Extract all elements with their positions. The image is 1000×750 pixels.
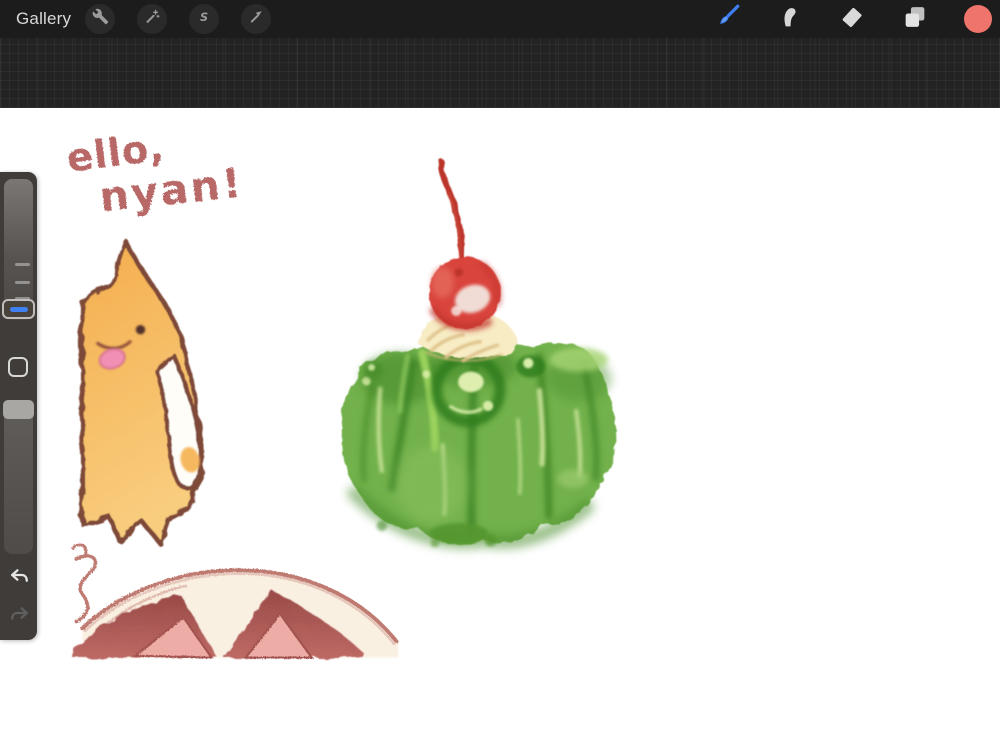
slider-tick — [15, 281, 30, 284]
caption-text: ello, nyan! — [64, 125, 246, 221]
selection-glyph: S — [200, 11, 208, 24]
redo-icon — [7, 601, 32, 631]
opacity-handle[interactable] — [3, 400, 34, 419]
magic-wand-icon — [143, 8, 161, 31]
wrench-icon — [92, 8, 109, 30]
selection-button[interactable]: S — [189, 4, 219, 34]
smudge-icon — [776, 3, 804, 36]
artwork: ello, nyan! — [64, 125, 617, 659]
procreate-app: Gallery S ello, nyan! — [0, 0, 1000, 750]
bun-with-ears-drawing — [71, 543, 399, 659]
brush-size-handle[interactable] — [2, 299, 35, 319]
adjustments-button[interactable] — [137, 4, 167, 34]
layers-icon — [901, 3, 929, 36]
slider-tick — [15, 263, 30, 266]
cat-eye — [135, 324, 146, 335]
transform-button[interactable] — [241, 4, 271, 34]
eraser-icon — [838, 3, 866, 36]
actions-button[interactable] — [85, 4, 115, 34]
undo-icon — [7, 563, 32, 593]
modify-button[interactable] — [8, 357, 28, 377]
selection-s-icon: S — [195, 8, 213, 31]
drawing-canvas[interactable]: ello, nyan! — [0, 108, 1000, 750]
workspace-background — [0, 38, 1000, 108]
opacity-slider[interactable] — [4, 401, 33, 554]
eraser-tool-button[interactable] — [835, 2, 869, 36]
layers-tool-button[interactable] — [898, 2, 932, 36]
brush-sidebar — [0, 172, 37, 640]
brush-size-value-bar — [9, 306, 28, 312]
redo-button[interactable] — [6, 603, 32, 629]
cherry-stem — [438, 159, 465, 275]
smudge-tool-button[interactable] — [773, 2, 807, 36]
jelly-dessert-drawing — [341, 342, 617, 549]
transform-arrow-icon — [247, 8, 265, 31]
cherry-drawing — [428, 159, 502, 331]
brush-icon — [712, 2, 742, 37]
paint-tool-button[interactable] — [710, 2, 744, 36]
doodle-squiggle — [74, 554, 98, 624]
cat-character-drawing — [79, 239, 204, 547]
gallery-button[interactable]: Gallery — [16, 9, 71, 29]
undo-button[interactable] — [6, 565, 32, 591]
top-toolbar: Gallery S — [0, 0, 1000, 38]
color-swatch-circle[interactable] — [964, 5, 992, 33]
